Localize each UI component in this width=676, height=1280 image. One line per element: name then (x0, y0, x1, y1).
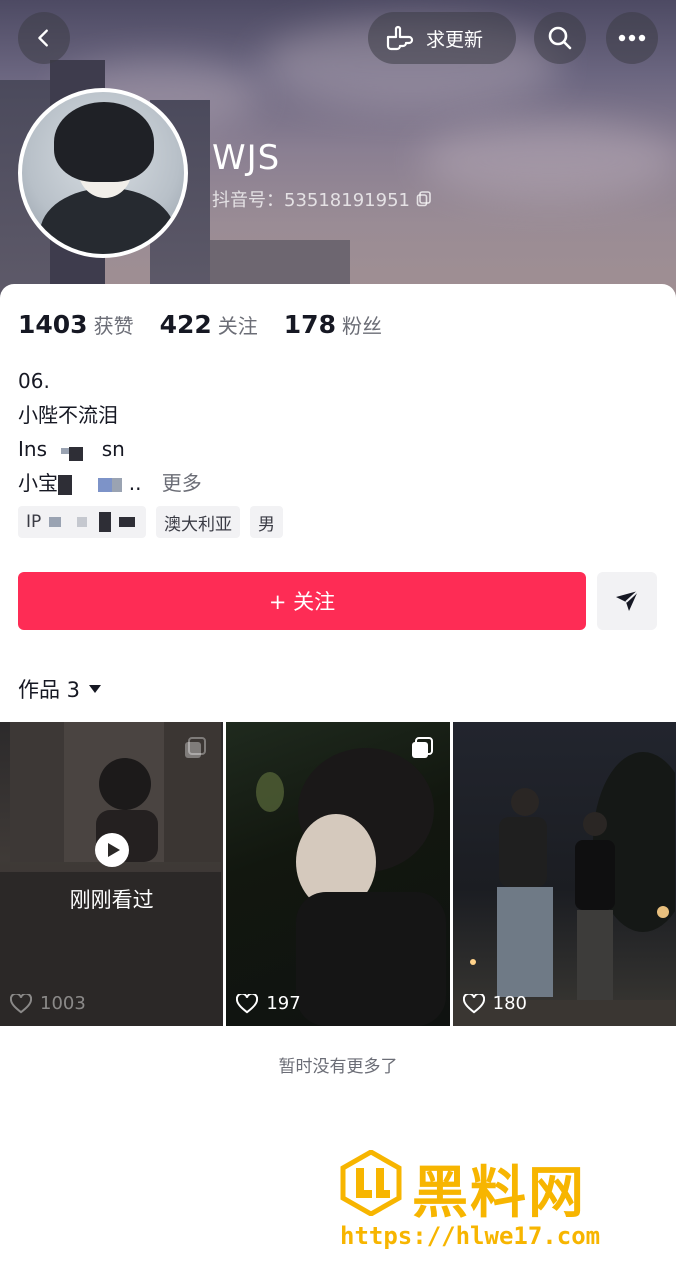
more-options-button[interactable] (606, 12, 658, 64)
bio-line: 小陛不流泪 (18, 403, 118, 427)
works-tab[interactable]: 作品 3 (18, 674, 102, 704)
chevron-left-icon (38, 29, 48, 47)
douyin-id-text: 抖音号：53518191951 (212, 190, 410, 211)
follow-button[interactable]: + 关注 (18, 572, 586, 630)
recently-watched-label: 刚刚看过 (69, 888, 154, 912)
search-icon (548, 26, 572, 50)
nickname: WJS (212, 138, 281, 178)
video-likes: 197 (236, 993, 301, 1014)
stat-following[interactable]: 422 关注 (160, 310, 258, 339)
censor-mosaic (61, 447, 70, 454)
censor-mosaic (98, 477, 113, 492)
censor-mosaic (77, 517, 88, 527)
copy-icon[interactable] (416, 191, 432, 207)
portrait-scene-graphic (256, 748, 447, 1026)
profile-stats: 1403 获赞 422 关注 178 粉丝 (18, 310, 382, 339)
search-button[interactable] (534, 12, 586, 64)
bio-line: 06. (18, 369, 50, 393)
avatar-hood-shape (40, 188, 175, 254)
heart-icon (10, 993, 32, 1013)
censor-mosaic (119, 517, 136, 527)
stat-following-value: 422 (159, 310, 212, 339)
bio-line: Ins sn (18, 432, 202, 466)
profile-bio: 06. 小陛不流泪 Ins sn 小宝 .. 更多 (18, 364, 202, 500)
ip-tag: IP (18, 506, 146, 538)
watermark-logo-icon (340, 1150, 402, 1216)
bio-more-link[interactable]: 更多 (162, 471, 202, 495)
video-tile[interactable]: 180 (452, 722, 676, 1026)
multi-image-icon (183, 736, 207, 764)
stat-likes-label: 获赞 (93, 314, 134, 338)
censor-mosaic (49, 517, 62, 527)
bio-text: Ins (18, 437, 47, 461)
bio-text: .. (128, 471, 142, 495)
avatar-hair-shape (54, 102, 154, 182)
bio-line: 小宝 .. 更多 (18, 466, 202, 500)
heart-icon (236, 993, 259, 1013)
gender-tag: 男 (250, 506, 283, 538)
heart-icon (462, 993, 485, 1013)
send-icon (616, 590, 639, 611)
censor-mosaic (112, 477, 123, 492)
recently-watched-overlay: 刚刚看过 (0, 832, 223, 914)
stat-likes-value: 1403 (18, 310, 88, 339)
bio-text: 小宝 (18, 471, 58, 495)
share-button[interactable] (597, 572, 657, 630)
video-likes-count: 197 (266, 993, 301, 1014)
video-likes-count: 1003 (40, 993, 86, 1014)
bio-text: sn (101, 437, 125, 461)
multi-image-icon (410, 736, 434, 764)
video-tile[interactable]: 刚刚看过 1003 (0, 722, 224, 1026)
video-likes: 180 (462, 993, 528, 1014)
profile-tags: IP 澳大利亚 男 (18, 506, 283, 538)
works-title: 作品 3 (18, 678, 81, 702)
douyin-id: 抖音号：53518191951 (212, 186, 432, 212)
watermark-title: 黑料网 (412, 1161, 586, 1226)
video-grid: 刚刚看过 1003 197 180 (0, 722, 676, 1026)
location-tag: 澳大利亚 (156, 506, 240, 538)
stat-followers[interactable]: 178 粉丝 (284, 310, 382, 339)
night-street-scene-graphic (452, 752, 675, 1026)
back-button[interactable] (18, 12, 70, 64)
caret-down-icon (89, 685, 102, 693)
censor-mosaic (58, 474, 72, 495)
ip-tag-label: IP (26, 512, 42, 532)
watermark: 黑料网 https://hlwe17.com (340, 1148, 660, 1258)
censor-mosaic (69, 446, 84, 461)
more-dots-icon (618, 34, 646, 42)
censor-mosaic (99, 512, 112, 532)
watermark-url: https://hlwe17.com (340, 1222, 601, 1250)
stat-followers-label: 粉丝 (341, 314, 382, 338)
play-icon (94, 833, 129, 867)
stat-followers-value: 178 (283, 310, 336, 339)
video-likes-count: 180 (492, 993, 528, 1014)
profile-card: 1403 获赞 422 关注 178 粉丝 06. 小陛不流泪 Ins sn 小宝 .… (0, 284, 676, 1280)
stat-following-label: 关注 (217, 314, 258, 338)
stat-likes[interactable]: 1403 获赞 (18, 310, 134, 339)
avatar[interactable] (18, 88, 188, 258)
video-tile[interactable]: 197 (226, 722, 450, 1026)
no-more-content-note: 暂时没有更多了 (278, 1057, 398, 1077)
pointing-hand-icon (386, 25, 414, 51)
request-update-label: 求更新 (426, 28, 484, 51)
video-likes: 1003 (10, 993, 86, 1014)
request-update-button[interactable]: 求更新 (368, 12, 516, 64)
